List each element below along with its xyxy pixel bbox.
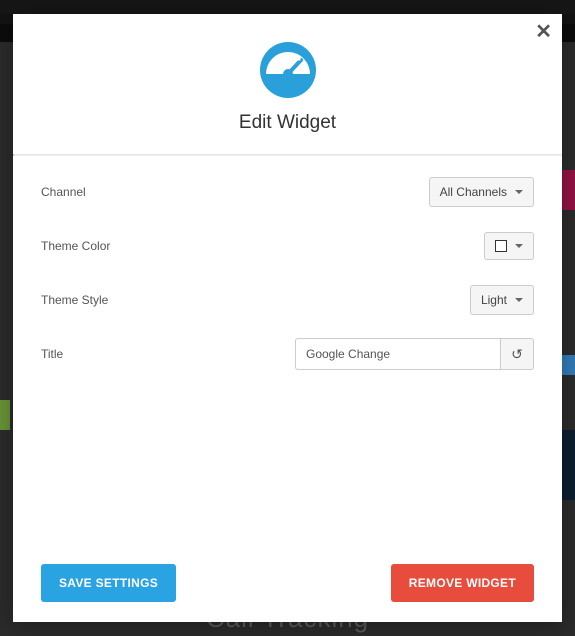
theme-style-value: Light [481,293,507,307]
close-icon: ✕ [535,21,552,43]
reset-title-button[interactable]: ↺ [500,338,534,370]
edit-widget-modal: ✕ Edit Widget Channel All Channels [13,14,562,622]
modal-body: Channel All Channels Theme Color Theme S… [13,156,562,548]
modal-footer: SAVE SETTINGS REMOVE WIDGET [13,548,562,622]
title-input[interactable] [295,338,500,370]
theme-style-dropdown[interactable]: Light [470,285,534,315]
theme-style-label: Theme Style [41,293,108,307]
close-button[interactable]: ✕ [535,22,552,42]
modal-header: Edit Widget [13,14,562,154]
color-swatch [495,240,507,252]
save-settings-button[interactable]: SAVE SETTINGS [41,564,176,602]
chevron-down-icon [515,298,523,302]
chevron-down-icon [515,190,523,194]
undo-icon: ↺ [511,346,523,363]
chevron-down-icon [515,244,523,248]
theme-color-label: Theme Color [41,239,110,253]
theme-style-row: Theme Style Light [41,284,534,316]
theme-color-row: Theme Color [41,230,534,262]
channel-label: Channel [41,185,86,199]
remove-widget-button[interactable]: REMOVE WIDGET [391,564,534,602]
title-row: Title ↺ [41,338,534,370]
channel-row: Channel All Channels [41,176,534,208]
title-input-group: ↺ [295,338,534,370]
modal-title: Edit Widget [33,112,542,134]
title-label: Title [41,347,63,361]
channel-value: All Channels [440,185,507,199]
gauge-icon [260,42,316,98]
channel-dropdown[interactable]: All Channels [429,177,534,207]
theme-color-dropdown[interactable] [484,232,534,260]
